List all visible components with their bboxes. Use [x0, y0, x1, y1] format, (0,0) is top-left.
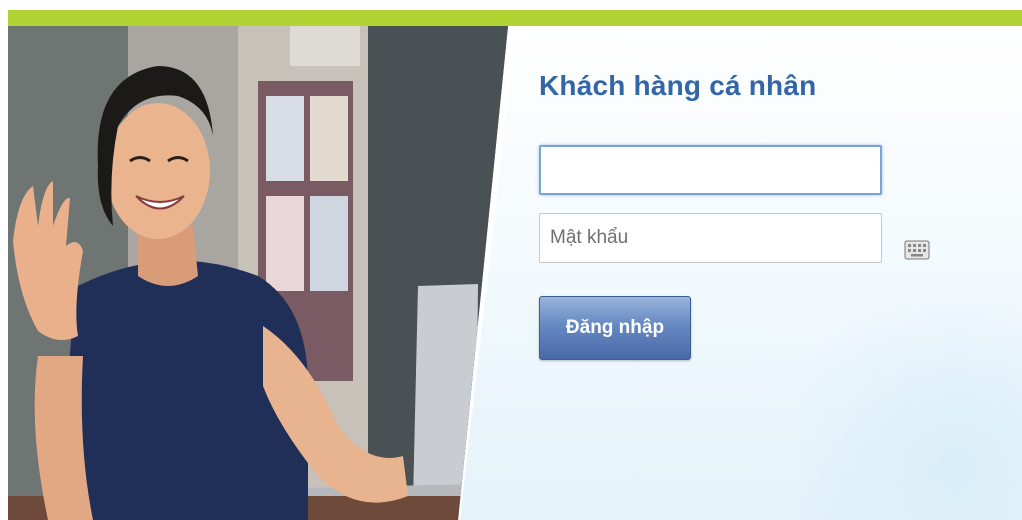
- login-title: Khách hàng cá nhân: [539, 70, 817, 101]
- top-accent-bar: [8, 10, 1022, 26]
- panel-glow: [800, 260, 1022, 520]
- hero-photo: [8, 26, 508, 520]
- keyboard-icon[interactable]: [904, 238, 930, 262]
- hero-illustration: [8, 26, 508, 520]
- username-input[interactable]: [539, 145, 882, 195]
- password-input[interactable]: [539, 213, 882, 263]
- login-button[interactable]: Đăng nhập: [539, 296, 691, 360]
